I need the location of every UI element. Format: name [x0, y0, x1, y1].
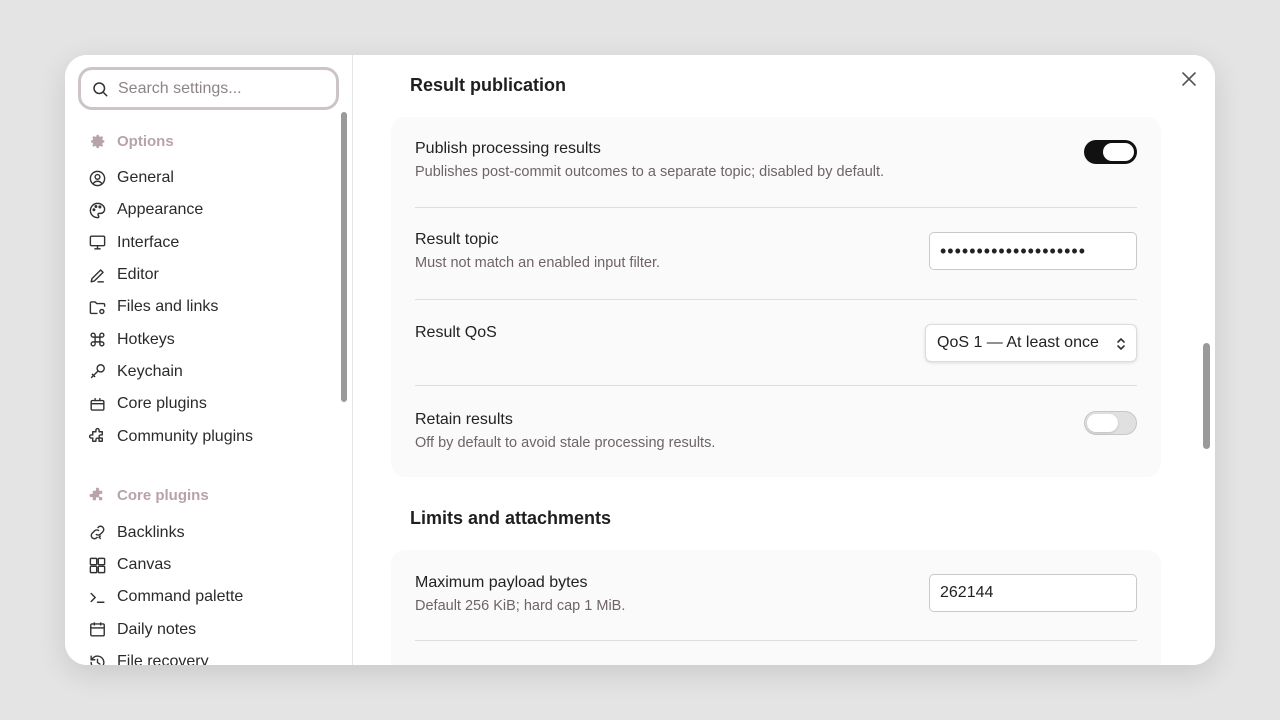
- sidebar-item-hotkeys[interactable]: Hotkeys: [88, 323, 333, 355]
- sidebar-item-label: Community plugins: [117, 427, 254, 445]
- calendar-icon: [90, 622, 105, 637]
- setting-row-result-topic: Result topic Must not match an enabled i…: [415, 208, 1137, 300]
- command-icon: [90, 332, 105, 347]
- content-scrollbar[interactable]: [1203, 343, 1210, 449]
- pencil-icon: [90, 268, 104, 283]
- setting-row-max-payload: Maximum payload bytes Default 256 KiB; h…: [415, 550, 1137, 641]
- result-publication-card: Publish processing results Publishes pos…: [391, 117, 1161, 477]
- sidebar-item-backlinks[interactable]: Backlinks: [88, 517, 333, 549]
- close-button[interactable]: [1177, 67, 1201, 91]
- monitor-icon: [89, 235, 106, 250]
- setting-row-result-qos: Result QoS QoS 1 — At least once: [415, 300, 1137, 386]
- sidebar-item-label: Hotkeys: [117, 330, 175, 348]
- sidebar-item-label: Files and links: [117, 298, 219, 316]
- search-input[interactable]: [118, 79, 318, 98]
- settings-sidebar: Options General Appearance Interface Edi…: [65, 55, 353, 665]
- sidebar-item-label: Daily notes: [117, 620, 197, 638]
- sidebar-item-label: Command palette: [117, 588, 244, 606]
- retain-results-toggle[interactable]: [1084, 411, 1137, 435]
- sidebar-item-label: File recovery: [117, 653, 209, 665]
- sidebar-item-label: Interface: [117, 233, 180, 251]
- setting-name: Retain results: [415, 411, 513, 428]
- sidebar-list: Options General Appearance Interface Edi…: [88, 129, 333, 665]
- backlink-icon: [90, 525, 105, 540]
- palette-icon: [89, 202, 106, 219]
- sidebar-item-command-palette[interactable]: Command palette: [88, 581, 333, 613]
- publish-results-toggle[interactable]: [1084, 140, 1137, 164]
- sidebar-item-keychain[interactable]: Keychain: [88, 356, 333, 388]
- sidebar-item-appearance[interactable]: Appearance: [88, 194, 333, 226]
- sidebar-item-label: Appearance: [117, 201, 204, 219]
- search-icon: [93, 81, 108, 96]
- settings-content: Result publication Publish processing re…: [353, 55, 1215, 665]
- sidebar-group-label: Options: [117, 132, 174, 150]
- sidebar-item-interface[interactable]: Interface: [88, 227, 333, 259]
- close-icon: [1182, 72, 1196, 86]
- section-title-result-publication: Result publication: [410, 75, 567, 95]
- result-qos-select[interactable]: QoS 1 — At least once: [925, 324, 1137, 362]
- sidebar-group-label: Core plugins: [117, 487, 209, 505]
- setting-row-retain-results: Retain results Off by default to avoid s…: [415, 386, 1137, 477]
- terminal-icon: [90, 592, 105, 603]
- sidebar-item-label: Core plugins: [117, 395, 207, 413]
- gear-icon: [91, 134, 105, 148]
- sidebar-item-label: Editor: [117, 266, 159, 284]
- key-icon: [90, 364, 105, 379]
- puzzle-icon: [88, 427, 103, 442]
- canvas-icon: [89, 557, 106, 573]
- sidebar-item-daily-notes[interactable]: Daily notes: [88, 614, 333, 646]
- folder-gear-icon: [89, 301, 106, 314]
- sidebar-item-label: Canvas: [117, 556, 172, 574]
- result-topic-input[interactable]: [929, 232, 1137, 270]
- sidebar-scrollbar[interactable]: [341, 112, 347, 402]
- limits-card: Maximum payload bytes Default 256 KiB; h…: [391, 550, 1161, 665]
- sidebar-group-core-plugins: Core plugins: [88, 484, 333, 508]
- sidebar-item-label: General: [117, 169, 174, 187]
- user-circle-icon: [89, 170, 106, 186]
- sidebar-item-label: Backlinks: [117, 523, 185, 541]
- setting-row-publish: Publish processing results Publishes pos…: [415, 117, 1137, 208]
- history-icon: [90, 654, 105, 665]
- max-payload-input[interactable]: [929, 574, 1137, 612]
- sidebar-item-label: Keychain: [117, 362, 183, 380]
- sidebar-item-canvas[interactable]: Canvas: [88, 549, 333, 581]
- setting-description: Off by default to avoid stale processing…: [415, 435, 716, 451]
- settings-modal: Options General Appearance Interface Edi…: [65, 55, 1215, 665]
- sidebar-item-core-plugins[interactable]: Core plugins: [88, 388, 333, 420]
- plug-box-icon: [90, 397, 105, 411]
- sidebar-item-community-plugins[interactable]: Community plugins: [88, 420, 333, 452]
- select-value: QoS 1 — At least once: [937, 334, 1099, 351]
- sidebar-group-options: Options: [88, 129, 333, 153]
- sidebar-item-files-and-links[interactable]: Files and links: [88, 291, 333, 323]
- setting-description: Publishes post-commit outcomes to a sepa…: [415, 164, 885, 180]
- sidebar-item-editor[interactable]: Editor: [88, 259, 333, 291]
- section-title-limits: Limits and attachments: [410, 508, 612, 528]
- sidebar-item-general[interactable]: General: [88, 162, 333, 194]
- puzzle-icon: [89, 487, 103, 501]
- setting-name: Publish processing results: [415, 140, 601, 157]
- search-box[interactable]: [78, 67, 339, 110]
- chevron-up-down-icon: [1117, 338, 1125, 350]
- sidebar-item-file-recovery[interactable]: File recovery: [88, 646, 333, 665]
